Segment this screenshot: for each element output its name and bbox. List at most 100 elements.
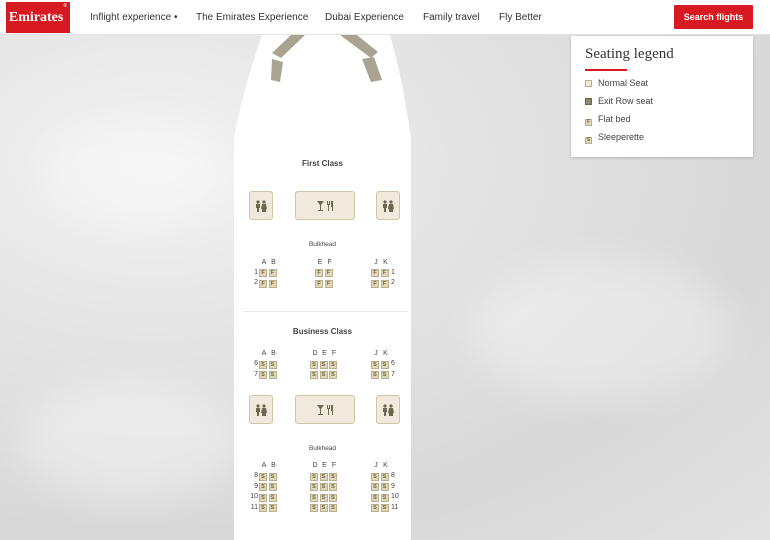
bulkhead-label-first: Bulkhead <box>308 241 337 248</box>
seat-2B[interactable]: F <box>268 279 277 288</box>
seat-9D[interactable]: S <box>310 483 318 491</box>
search-flights-button[interactable]: Search flights <box>674 5 753 29</box>
seat-10B[interactable]: S <box>268 493 277 502</box>
legend-label: Sleeperette <box>598 132 645 142</box>
seat-6D[interactable]: S <box>310 360 318 369</box>
seat-column-letter: J <box>374 259 378 266</box>
seat-11K[interactable]: S <box>380 504 389 512</box>
row-number-right: 9 <box>391 482 395 490</box>
seat-2J[interactable]: F <box>371 279 379 288</box>
seat-7B[interactable]: S <box>268 371 277 379</box>
lavatory-business-right <box>376 395 400 424</box>
seat-11B[interactable]: S <box>268 504 277 512</box>
galley-icon <box>317 200 333 211</box>
lavatory-icon <box>256 199 267 212</box>
row-number-left: 10 <box>250 493 258 500</box>
seat-11F[interactable]: S <box>329 504 337 512</box>
seat-11D[interactable]: S <box>310 504 318 512</box>
seat-9E[interactable]: S <box>319 483 328 491</box>
seat-10F[interactable]: S <box>329 493 337 502</box>
seat-8F[interactable]: S <box>329 472 337 481</box>
seat-7E[interactable]: S <box>319 371 328 379</box>
lavatory-first-right <box>376 191 400 220</box>
nav-dubai-experience[interactable]: Dubai Experience <box>325 0 404 35</box>
seat-10K[interactable]: S <box>380 493 389 502</box>
seat-column-letter: A <box>261 462 267 469</box>
seat-8E[interactable]: S <box>319 472 328 481</box>
seat-column-letter: F <box>331 462 337 469</box>
legend-title: Seating legend <box>585 46 674 62</box>
lavatory-icon <box>383 403 394 416</box>
seat-1K[interactable]: F <box>380 269 389 277</box>
seat-8B[interactable]: S <box>268 472 277 481</box>
seat-2A[interactable]: F <box>259 279 267 288</box>
seat-column-letter: K <box>383 350 388 357</box>
seat-6B[interactable]: S <box>268 360 277 369</box>
seat-column-letter: F <box>327 259 332 266</box>
seat-9K[interactable]: S <box>380 483 389 491</box>
galley-icon <box>317 404 333 415</box>
exit-row-seat-icon <box>585 98 592 105</box>
seat-10E[interactable]: S <box>319 493 328 502</box>
seat-6F[interactable]: S <box>329 360 337 369</box>
seat-2F[interactable]: F <box>324 279 333 288</box>
seat-1E[interactable]: F <box>315 269 323 277</box>
row-number-left: 1 <box>254 268 258 276</box>
seat-1F[interactable]: F <box>324 269 333 277</box>
seat-7F[interactable]: S <box>329 371 337 379</box>
seat-9J[interactable]: S <box>371 483 379 491</box>
seating-legend-panel: Seating legend Normal Seat Exit Row seat… <box>571 36 753 157</box>
nav-family-travel[interactable]: Family travel <box>423 0 480 35</box>
row-number-left: 2 <box>254 279 258 286</box>
seat-8D[interactable]: S <box>310 472 318 481</box>
seat-7K[interactable]: S <box>380 371 389 379</box>
seat-column-letter: K <box>383 462 388 469</box>
nav-inflight-experience[interactable]: Inflight experience • <box>90 0 177 35</box>
cabin-title-business: Business Class <box>292 327 353 336</box>
seat-1A[interactable]: F <box>259 269 267 277</box>
seat-2K[interactable]: F <box>380 279 389 288</box>
nav-emirates-experience[interactable]: The Emirates Experience <box>196 0 308 35</box>
seat-8K[interactable]: S <box>380 472 389 481</box>
nav-fly-better[interactable]: Fly Better <box>499 0 542 35</box>
seat-11A[interactable]: S <box>259 504 267 512</box>
legend-item-normal-seat: Normal Seat <box>585 78 648 88</box>
lavatory-business-left <box>249 395 273 424</box>
seat-column-letter: E <box>322 462 327 469</box>
seat-1J[interactable]: F <box>371 269 379 277</box>
seat-column-letter: B <box>271 462 276 469</box>
logo-text: Emirates <box>8 10 64 25</box>
legend-label: Flat bed <box>598 114 631 124</box>
seat-11E[interactable]: S <box>319 504 328 512</box>
seat-9B[interactable]: S <box>268 483 277 491</box>
seat-10A[interactable]: S <box>259 493 267 502</box>
row-number-right: 7 <box>391 370 395 378</box>
seat-10J[interactable]: S <box>371 493 379 502</box>
seat-7D[interactable]: S <box>310 371 318 379</box>
seat-9F[interactable]: S <box>329 483 337 491</box>
bulkhead-label-business: Bulkhead <box>308 445 337 452</box>
seat-column-letter: J <box>374 350 378 357</box>
seat-1B[interactable]: F <box>268 269 277 277</box>
seat-7A[interactable]: S <box>259 371 267 379</box>
seat-column-letter: K <box>383 259 388 266</box>
seat-8A[interactable]: S <box>259 472 267 481</box>
cabin-title-first: First Class <box>302 159 343 168</box>
row-number-left: 6 <box>254 360 258 367</box>
seat-8J[interactable]: S <box>371 472 379 481</box>
seat-2E[interactable]: F <box>315 279 323 288</box>
seat-7J[interactable]: S <box>371 371 379 379</box>
seat-11J[interactable]: S <box>371 504 379 512</box>
seat-9A[interactable]: S <box>259 483 267 491</box>
legend-item-exit-row-seat: Exit Row seat <box>585 96 653 106</box>
seat-column-letter: E <box>317 259 323 266</box>
seat-6A[interactable]: S <box>259 360 267 369</box>
seat-10D[interactable]: S <box>310 493 318 502</box>
seat-6E[interactable]: S <box>319 360 328 369</box>
galley-first <box>295 191 355 220</box>
emirates-logo[interactable]: Emirates® <box>6 2 70 33</box>
legend-item-flat-bed: F Flat bed <box>585 114 631 126</box>
seat-column-letter: D <box>312 350 318 357</box>
seat-6J[interactable]: S <box>371 360 379 369</box>
seat-6K[interactable]: S <box>380 360 389 369</box>
